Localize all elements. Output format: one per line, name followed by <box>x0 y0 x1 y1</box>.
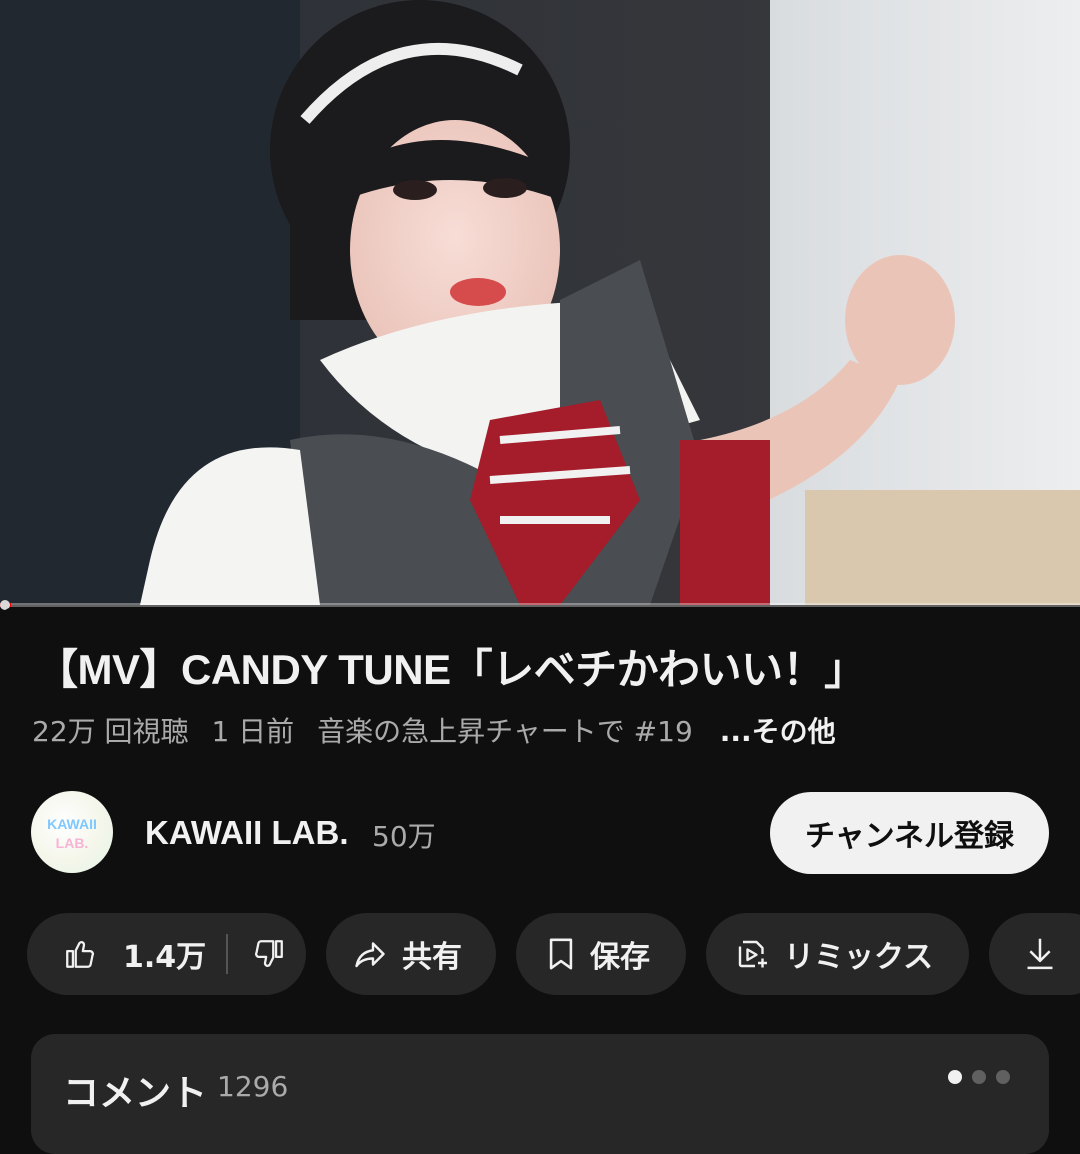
trending-rank: 音楽の急上昇チャートで #19 <box>317 715 693 748</box>
page-dot <box>996 1070 1010 1084</box>
thumbs-down-icon[interactable] <box>252 937 286 971</box>
like-divider <box>226 934 229 974</box>
video-title[interactable]: 【MV】CANDY TUNE「レベチかわいい！」 <box>36 636 866 697</box>
bookmark-icon <box>549 938 573 970</box>
channel-name[interactable]: KAWAII LAB. <box>145 814 349 852</box>
page-dot <box>948 1070 962 1084</box>
view-count: 22万 回視聴 <box>32 715 189 748</box>
like-count[interactable]: 1.4万 <box>123 932 206 976</box>
avatar-text-top: KAWAII <box>47 816 97 832</box>
remix-label: リミックス <box>784 940 934 975</box>
download-icon <box>1027 938 1053 970</box>
share-label: 共有 <box>402 940 462 975</box>
remix-button[interactable]: リミックス <box>706 913 969 995</box>
like-dislike-chip: 1.4万 <box>27 913 306 995</box>
share-button[interactable]: 共有 <box>326 913 496 995</box>
video-frame <box>0 0 1080 605</box>
save-label: 保存 <box>590 940 650 975</box>
download-button[interactable] <box>989 913 1080 995</box>
avatar-text-bottom: LAB. <box>56 835 89 851</box>
kawaii-lab-logo: KAWAII LAB. <box>47 816 97 851</box>
subscribe-button[interactable]: チャンネル登録 <box>770 792 1049 874</box>
comments-card[interactable]: コメント 1296 <box>31 1034 1049 1154</box>
upload-age: 1 日前 <box>211 715 295 748</box>
video-meta[interactable]: 22万 回視聴 1 日前 音楽の急上昇チャートで #19 ...その他 <box>32 710 850 750</box>
more-link[interactable]: ...その他 <box>720 715 836 748</box>
remix-icon <box>738 940 767 968</box>
channel-avatar[interactable]: KAWAII LAB. <box>31 791 113 873</box>
page-dot <box>972 1070 986 1084</box>
video-player[interactable] <box>0 0 1080 605</box>
save-button[interactable]: 保存 <box>516 913 686 995</box>
comments-title: コメント <box>63 1073 208 1114</box>
share-arrow-icon <box>355 942 385 968</box>
thumbs-up-icon[interactable] <box>63 937 97 971</box>
comments-count: 1296 <box>217 1070 289 1103</box>
subscriber-count: 50万 <box>372 820 436 853</box>
comments-page-dots <box>948 1070 1010 1084</box>
